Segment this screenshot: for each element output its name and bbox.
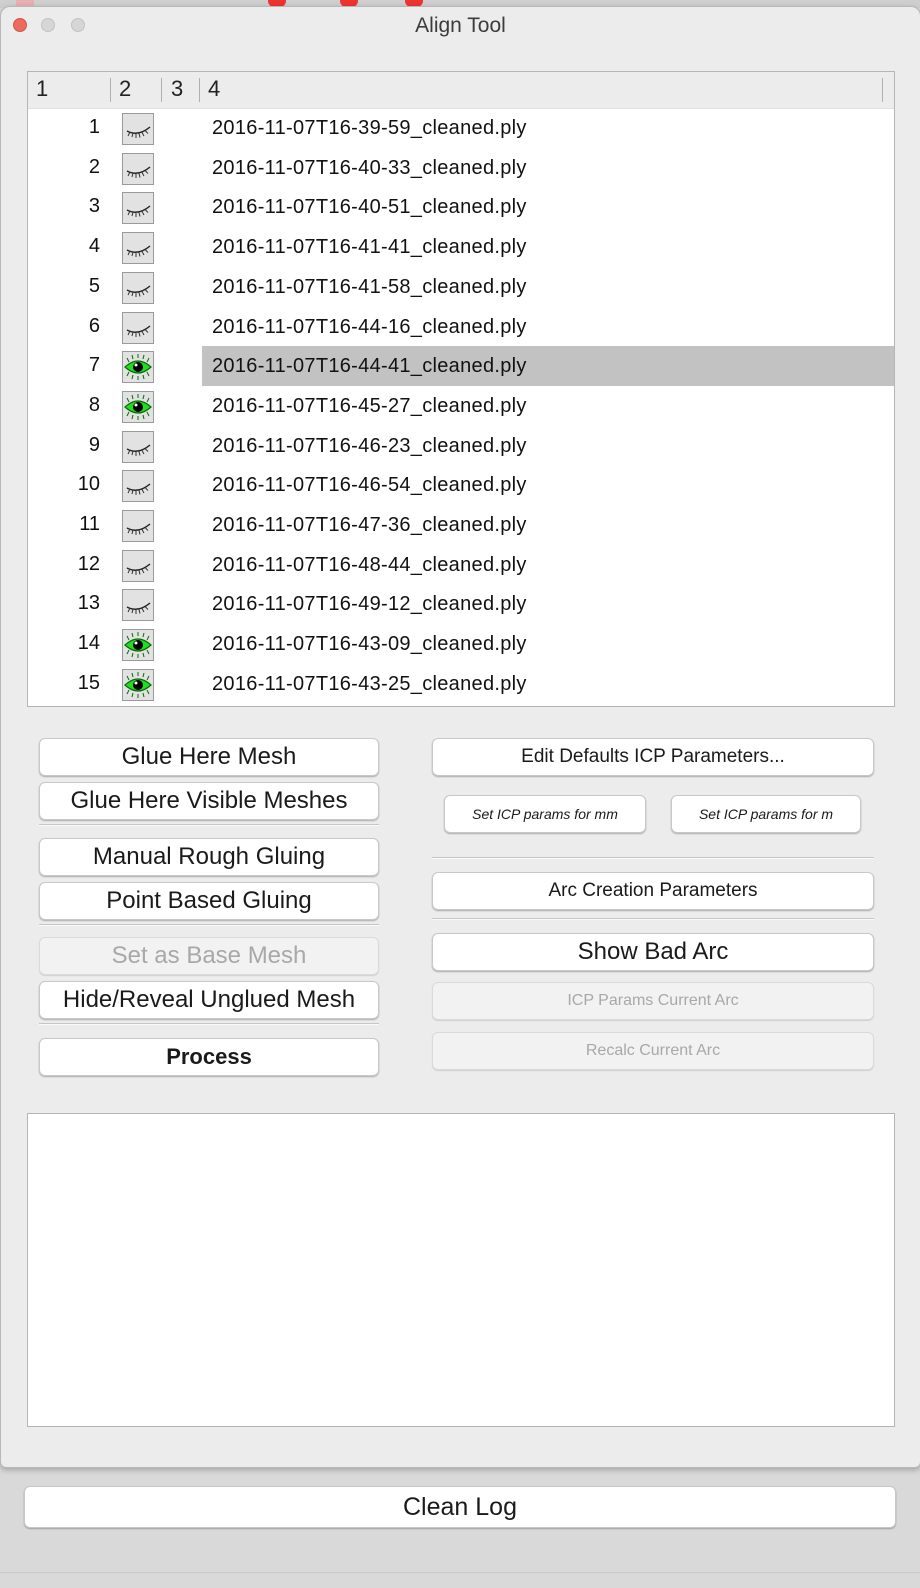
mesh-filename[interactable]: 2016-11-07T16-40-33_cleaned.ply	[202, 148, 894, 188]
row-number: 8	[88, 393, 100, 416]
eye-closed-icon[interactable]	[122, 510, 154, 542]
separator	[39, 824, 379, 826]
table-row[interactable]: 2 2016-11-07T16-40-33_cleaned.ply	[28, 148, 894, 188]
recalc-current-arc-button[interactable]: Recalc Current Arc	[432, 1032, 874, 1070]
edit-defaults-icp-parameters-button[interactable]: Edit Defaults ICP Parameters...	[432, 738, 874, 776]
table-row[interactable]: 3 2016-11-07T16-40-51_cleaned.ply	[28, 187, 894, 227]
eye-closed-icon[interactable]	[122, 589, 154, 622]
table-row[interactable]: 9 2016-11-07T16-46-23_cleaned.ply	[28, 426, 894, 466]
eye-open-icon[interactable]	[122, 629, 154, 662]
icp-params-current-arc-button[interactable]: ICP Params Current Arc	[432, 982, 874, 1020]
mesh-filename[interactable]: 2016-11-07T16-46-23_cleaned.ply	[202, 426, 894, 466]
row-number: 6	[88, 314, 100, 337]
mesh-filename[interactable]: 2016-11-07T16-43-25_cleaned.ply	[202, 664, 894, 704]
show-bad-arc-button[interactable]: Show Bad Arc	[432, 933, 874, 971]
column-divider[interactable]	[110, 78, 111, 102]
row-number: 11	[79, 513, 100, 535]
column-header-3[interactable]: 3	[171, 76, 183, 102]
row-number: 9	[88, 433, 100, 456]
separator	[432, 918, 874, 920]
row-number: 14	[77, 632, 100, 655]
mesh-filename[interactable]: 2016-11-07T16-49-12_cleaned.ply	[202, 584, 894, 624]
mesh-filename[interactable]: 2016-11-07T16-47-36_cleaned.ply	[202, 505, 894, 545]
row-number: 7	[88, 354, 100, 377]
separator	[432, 857, 874, 859]
clean-log-button[interactable]: Clean Log	[24, 1486, 896, 1528]
eye-closed-icon[interactable]	[122, 192, 154, 225]
table-row[interactable]: 4 2016-11-07T16-41-41_cleaned.ply	[28, 227, 894, 267]
eye-closed-icon[interactable]	[122, 232, 154, 265]
window-title: Align Tool	[415, 14, 506, 37]
row-number: 1	[88, 116, 100, 138]
mesh-filename[interactable]: 2016-11-07T16-44-16_cleaned.ply	[202, 307, 894, 347]
mesh-filename[interactable]: 2016-11-07T16-41-58_cleaned.ply	[202, 267, 894, 307]
table-row[interactable]: 14 2016-11-07T16-43-09_cleaned.ply	[28, 624, 894, 664]
point-based-gluing-button[interactable]: Point Based Gluing	[39, 882, 379, 920]
eye-closed-icon[interactable]	[122, 470, 154, 503]
arc-creation-parameters-button[interactable]: Arc Creation Parameters	[432, 872, 874, 910]
mesh-filename[interactable]: 2016-11-07T16-39-59_cleaned.ply	[202, 108, 894, 148]
table-row[interactable]: 11 2016-11-07T16-47-36_cleaned.ply	[28, 505, 894, 545]
glue-here-visible-meshes-button[interactable]: Glue Here Visible Meshes	[39, 782, 379, 820]
eye-closed-icon[interactable]	[122, 271, 154, 304]
eye-open-icon[interactable]	[122, 668, 154, 701]
align-tool-window: Align Tool 1 2 3 4 1 2016-11-07T16-39-59_…	[0, 6, 920, 1468]
table-row[interactable]: 6 2016-11-07T16-44-16_cleaned.ply	[28, 307, 894, 347]
table-row[interactable]: 7 2016-11-07T16-44-41_cleaned.ply	[28, 346, 894, 387]
eye-closed-icon[interactable]	[122, 152, 154, 185]
title-bar[interactable]: Align Tool	[1, 7, 920, 43]
table-row[interactable]: 13 2016-11-07T16-49-12_cleaned.ply	[28, 584, 894, 624]
process-button[interactable]: Process	[39, 1038, 379, 1076]
mesh-filename[interactable]: 2016-11-07T16-45-27_cleaned.ply	[202, 386, 894, 426]
row-number: 2	[88, 155, 100, 178]
eye-open-icon[interactable]	[122, 390, 154, 423]
mesh-filename[interactable]: 2016-11-07T16-41-41_cleaned.ply	[202, 227, 894, 267]
mesh-filename[interactable]: 2016-11-07T16-40-51_cleaned.ply	[202, 187, 894, 227]
log-text-area[interactable]	[27, 1113, 895, 1427]
row-number: 4	[88, 235, 100, 258]
table-row[interactable]: 5 2016-11-07T16-41-58_cleaned.ply	[28, 267, 894, 307]
column-divider[interactable]	[199, 78, 200, 102]
mesh-filename[interactable]: 2016-11-07T16-44-41_cleaned.ply	[202, 346, 894, 387]
eye-open-icon[interactable]	[122, 351, 154, 384]
column-divider[interactable]	[882, 78, 883, 102]
mesh-table[interactable]: 1 2 3 4 1 2016-11-07T16-39-59_cleaned.ply…	[27, 71, 895, 707]
table-row[interactable]: 8 2016-11-07T16-45-27_cleaned.ply	[28, 386, 894, 426]
hide-reveal-unglued-mesh-button[interactable]: Hide/Reveal Unglued Mesh	[39, 981, 379, 1019]
row-number: 3	[88, 195, 100, 218]
row-number: 12	[77, 552, 100, 575]
row-number: 13	[77, 592, 100, 615]
divider	[0, 1572, 920, 1573]
column-header-2[interactable]: 2	[119, 76, 131, 102]
row-number: 15	[77, 671, 100, 694]
manual-rough-gluing-button[interactable]: Manual Rough Gluing	[39, 838, 379, 876]
column-header-1[interactable]: 1	[36, 76, 48, 102]
table-row[interactable]: 1 2016-11-07T16-39-59_cleaned.ply	[28, 108, 894, 148]
table-row[interactable]: 15 2016-11-07T16-43-25_cleaned.ply	[28, 664, 894, 704]
mesh-filename[interactable]: 2016-11-07T16-48-44_cleaned.ply	[202, 545, 894, 585]
set-icp-params-mm-button[interactable]: Set ICP params for mm	[444, 795, 646, 833]
separator	[39, 1023, 379, 1025]
set-as-base-mesh-button[interactable]: Set as Base Mesh	[39, 937, 379, 975]
column-header-4[interactable]: 4	[208, 76, 220, 102]
mesh-filename[interactable]: 2016-11-07T16-46-54_cleaned.ply	[202, 465, 894, 505]
eye-closed-icon[interactable]	[122, 549, 154, 582]
eye-closed-icon[interactable]	[122, 113, 154, 145]
row-number: 5	[88, 274, 100, 297]
glue-here-mesh-button[interactable]: Glue Here Mesh	[39, 738, 379, 776]
separator	[39, 924, 379, 926]
row-number: 10	[77, 473, 100, 496]
column-divider[interactable]	[161, 78, 162, 102]
table-row[interactable]: 10 2016-11-07T16-46-54_cleaned.ply	[28, 465, 894, 505]
set-icp-params-m-button[interactable]: Set ICP params for m	[671, 795, 861, 833]
table-header: 1 2 3 4	[28, 72, 894, 109]
eye-closed-icon[interactable]	[122, 430, 154, 463]
eye-closed-icon[interactable]	[122, 311, 154, 344]
mesh-filename[interactable]: 2016-11-07T16-43-09_cleaned.ply	[202, 624, 894, 664]
table-row[interactable]: 12 2016-11-07T16-48-44_cleaned.ply	[28, 545, 894, 585]
